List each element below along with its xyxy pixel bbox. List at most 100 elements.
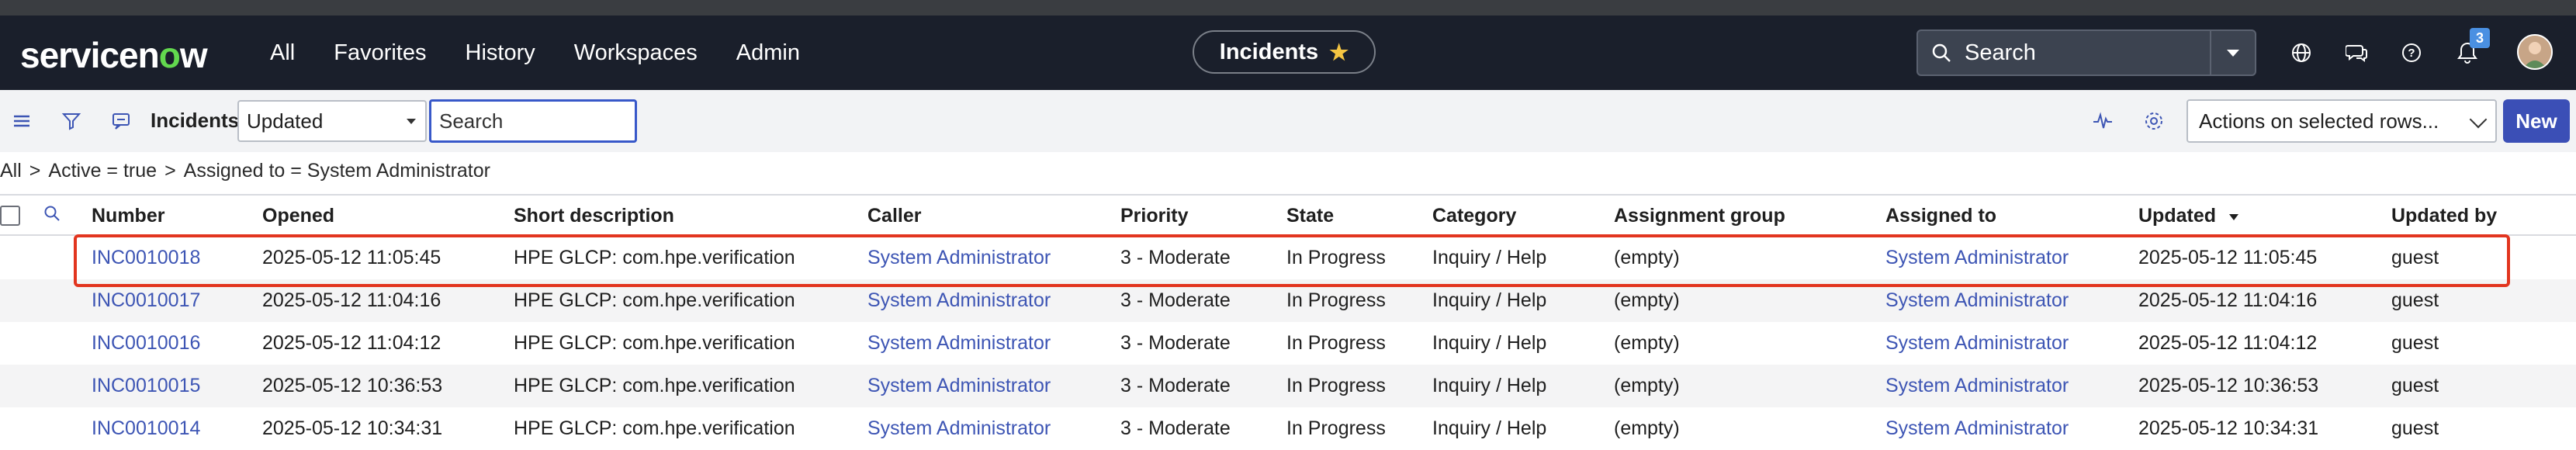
- priority-cell: 3 - Moderate: [1120, 417, 1231, 439]
- actions-on-selected-rows-select[interactable]: Actions on selected rows...: [2186, 99, 2497, 143]
- column-header-updated-by[interactable]: Updated by: [2391, 205, 2497, 227]
- assigned-to-link[interactable]: System Administrator: [1885, 375, 2069, 397]
- short-description-cell: HPE GLCP: com.hpe.verification: [514, 375, 795, 396]
- main-menu: All Favorites History Workspaces Admin: [270, 16, 839, 90]
- assigned-to-link[interactable]: System Administrator: [1885, 332, 2069, 355]
- sort-descending-icon: [2228, 214, 2238, 220]
- filter-breadcrumb: All > Active = true > Assigned to = System A…: [0, 160, 498, 182]
- search-scope-dropdown-icon[interactable]: [2210, 31, 2255, 74]
- incident-number-link[interactable]: INC0010014: [92, 417, 200, 440]
- column-header-updated-label: Updated: [2138, 205, 2216, 227]
- column-header-opened[interactable]: Opened: [262, 205, 334, 227]
- globe-icon[interactable]: [2281, 33, 2322, 73]
- updated-by-cell: guest: [2391, 289, 2439, 311]
- select-all-checkbox[interactable]: [0, 206, 20, 226]
- column-header-caller[interactable]: Caller: [867, 205, 921, 227]
- logo-text-start: servicen: [20, 35, 160, 75]
- caller-link[interactable]: System Administrator: [867, 332, 1051, 355]
- list-search-input[interactable]: Search: [429, 99, 637, 143]
- notification-count-badge: 3: [2470, 28, 2490, 48]
- chat-icon[interactable]: [2337, 33, 2377, 73]
- category-cell: Inquiry / Help: [1432, 417, 1547, 439]
- state-cell: In Progress: [1286, 289, 1386, 311]
- category-cell: Inquiry / Help: [1432, 332, 1547, 354]
- state-cell: In Progress: [1286, 375, 1386, 396]
- category-cell: Inquiry / Help: [1432, 375, 1547, 396]
- search-field-select[interactable]: Updated: [237, 100, 427, 142]
- breadcrumb-assigned-to[interactable]: Assigned to = System Administrator: [184, 160, 490, 182]
- table-row[interactable]: INC0010014 2025-05-12 10:34:31 HPE GLCP:…: [0, 407, 2576, 450]
- column-header-category[interactable]: Category: [1432, 205, 1516, 227]
- menu-item-all[interactable]: All: [270, 40, 295, 66]
- assigned-to-link[interactable]: System Administrator: [1885, 417, 2069, 440]
- state-cell: In Progress: [1286, 332, 1386, 354]
- incident-number-link[interactable]: INC0010017: [92, 289, 200, 312]
- servicenow-logo[interactable]: servicenow: [20, 34, 208, 76]
- caller-link[interactable]: System Administrator: [867, 375, 1051, 397]
- activity-pulse-icon[interactable]: [2087, 106, 2118, 137]
- list-context-menu-icon[interactable]: [106, 106, 137, 137]
- highlighted-row-outline: [74, 234, 2510, 287]
- filter-icon[interactable]: [56, 106, 87, 137]
- global-search[interactable]: Search: [1916, 29, 2256, 76]
- browser-top-strip: [0, 0, 2576, 16]
- updated-cell: 2025-05-12 10:34:31: [2138, 417, 2319, 439]
- updated-cell: 2025-05-12 10:36:53: [2138, 375, 2319, 396]
- breadcrumb-all[interactable]: All: [0, 160, 22, 182]
- current-page-title: Incidents: [1219, 39, 1319, 64]
- column-header-updated[interactable]: Updated: [2138, 205, 2240, 227]
- priority-cell: 3 - Moderate: [1120, 375, 1231, 396]
- global-search-input[interactable]: Search: [1965, 40, 2210, 66]
- column-header-priority[interactable]: Priority: [1120, 205, 1189, 227]
- table-row[interactable]: INC0010015 2025-05-12 10:36:53 HPE GLCP:…: [0, 365, 2576, 407]
- opened-cell: 2025-05-12 10:36:53: [262, 375, 443, 396]
- caller-link[interactable]: System Administrator: [867, 289, 1051, 312]
- select-caret-icon: [407, 119, 416, 124]
- search-icon: [1918, 43, 1965, 63]
- menu-item-history[interactable]: History: [466, 40, 535, 66]
- svg-text:?: ?: [2408, 47, 2415, 60]
- priority-cell: 3 - Moderate: [1120, 289, 1231, 311]
- favorite-star-icon[interactable]: ★: [1329, 40, 1349, 65]
- hamburger-menu-icon[interactable]: [6, 106, 37, 137]
- assignment-group-cell: (empty): [1614, 375, 1680, 396]
- breadcrumb-separator: >: [29, 160, 41, 182]
- column-header-short-description[interactable]: Short description: [514, 205, 674, 227]
- assignment-group-cell: (empty): [1614, 417, 1680, 439]
- incident-number-link[interactable]: INC0010015: [92, 375, 200, 397]
- column-header-assigned-to[interactable]: Assigned to: [1885, 205, 1996, 227]
- table-row[interactable]: INC0010016 2025-05-12 11:04:12 HPE GLCP:…: [0, 322, 2576, 365]
- column-search-icon[interactable]: [43, 205, 61, 227]
- settings-gear-icon[interactable]: [2138, 106, 2169, 137]
- opened-cell: 2025-05-12 11:04:12: [262, 332, 441, 354]
- logo-text-end: w: [179, 35, 208, 75]
- short-description-cell: HPE GLCP: com.hpe.verification: [514, 332, 795, 354]
- help-icon[interactable]: ?: [2391, 33, 2432, 73]
- menu-item-favorites[interactable]: Favorites: [334, 40, 426, 66]
- short-description-cell: HPE GLCP: com.hpe.verification: [514, 289, 795, 311]
- category-cell: Inquiry / Help: [1432, 289, 1547, 311]
- user-avatar[interactable]: [2517, 34, 2553, 70]
- short-description-cell: HPE GLCP: com.hpe.verification: [514, 417, 795, 439]
- menu-item-admin[interactable]: Admin: [736, 40, 800, 66]
- new-button[interactable]: New: [2503, 99, 2570, 143]
- list-title: Incidents: [151, 109, 240, 132]
- updated-cell: 2025-05-12 11:04:12: [2138, 332, 2318, 354]
- opened-cell: 2025-05-12 10:34:31: [262, 417, 443, 439]
- column-header-assignment-group[interactable]: Assignment group: [1614, 205, 1785, 227]
- updated-by-cell: guest: [2391, 332, 2439, 354]
- updated-by-cell: guest: [2391, 417, 2439, 439]
- breadcrumb-active[interactable]: Active = true: [48, 160, 157, 182]
- incident-number-link[interactable]: INC0010016: [92, 332, 200, 355]
- column-header-number[interactable]: Number: [92, 205, 164, 227]
- caller-link[interactable]: System Administrator: [867, 417, 1051, 440]
- breadcrumb-separator: >: [164, 160, 176, 182]
- assigned-to-link[interactable]: System Administrator: [1885, 289, 2069, 312]
- search-field-selected: Updated: [247, 109, 324, 133]
- opened-cell: 2025-05-12 11:04:16: [262, 289, 441, 311]
- state-cell: In Progress: [1286, 417, 1386, 439]
- menu-item-workspaces[interactable]: Workspaces: [574, 40, 698, 66]
- column-header-state[interactable]: State: [1286, 205, 1334, 227]
- top-navigation-bar: servicenow All Favorites History Workspa…: [0, 16, 2576, 90]
- current-page-pill[interactable]: Incidents ★: [1193, 30, 1376, 74]
